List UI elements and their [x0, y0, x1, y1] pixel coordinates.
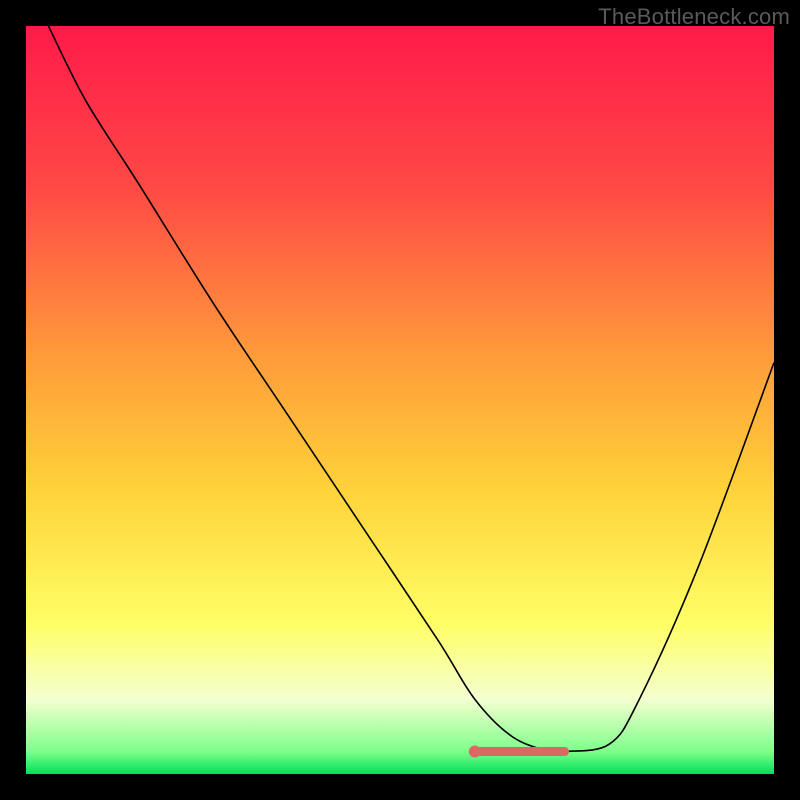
chart-frame: TheBottleneck.com: [0, 0, 800, 800]
watermark-text: TheBottleneck.com: [598, 4, 790, 30]
optimal-start-dot: [469, 746, 481, 758]
gradient-bg: [26, 26, 774, 774]
plot-svg: [26, 26, 774, 774]
plot-area: [26, 26, 774, 774]
